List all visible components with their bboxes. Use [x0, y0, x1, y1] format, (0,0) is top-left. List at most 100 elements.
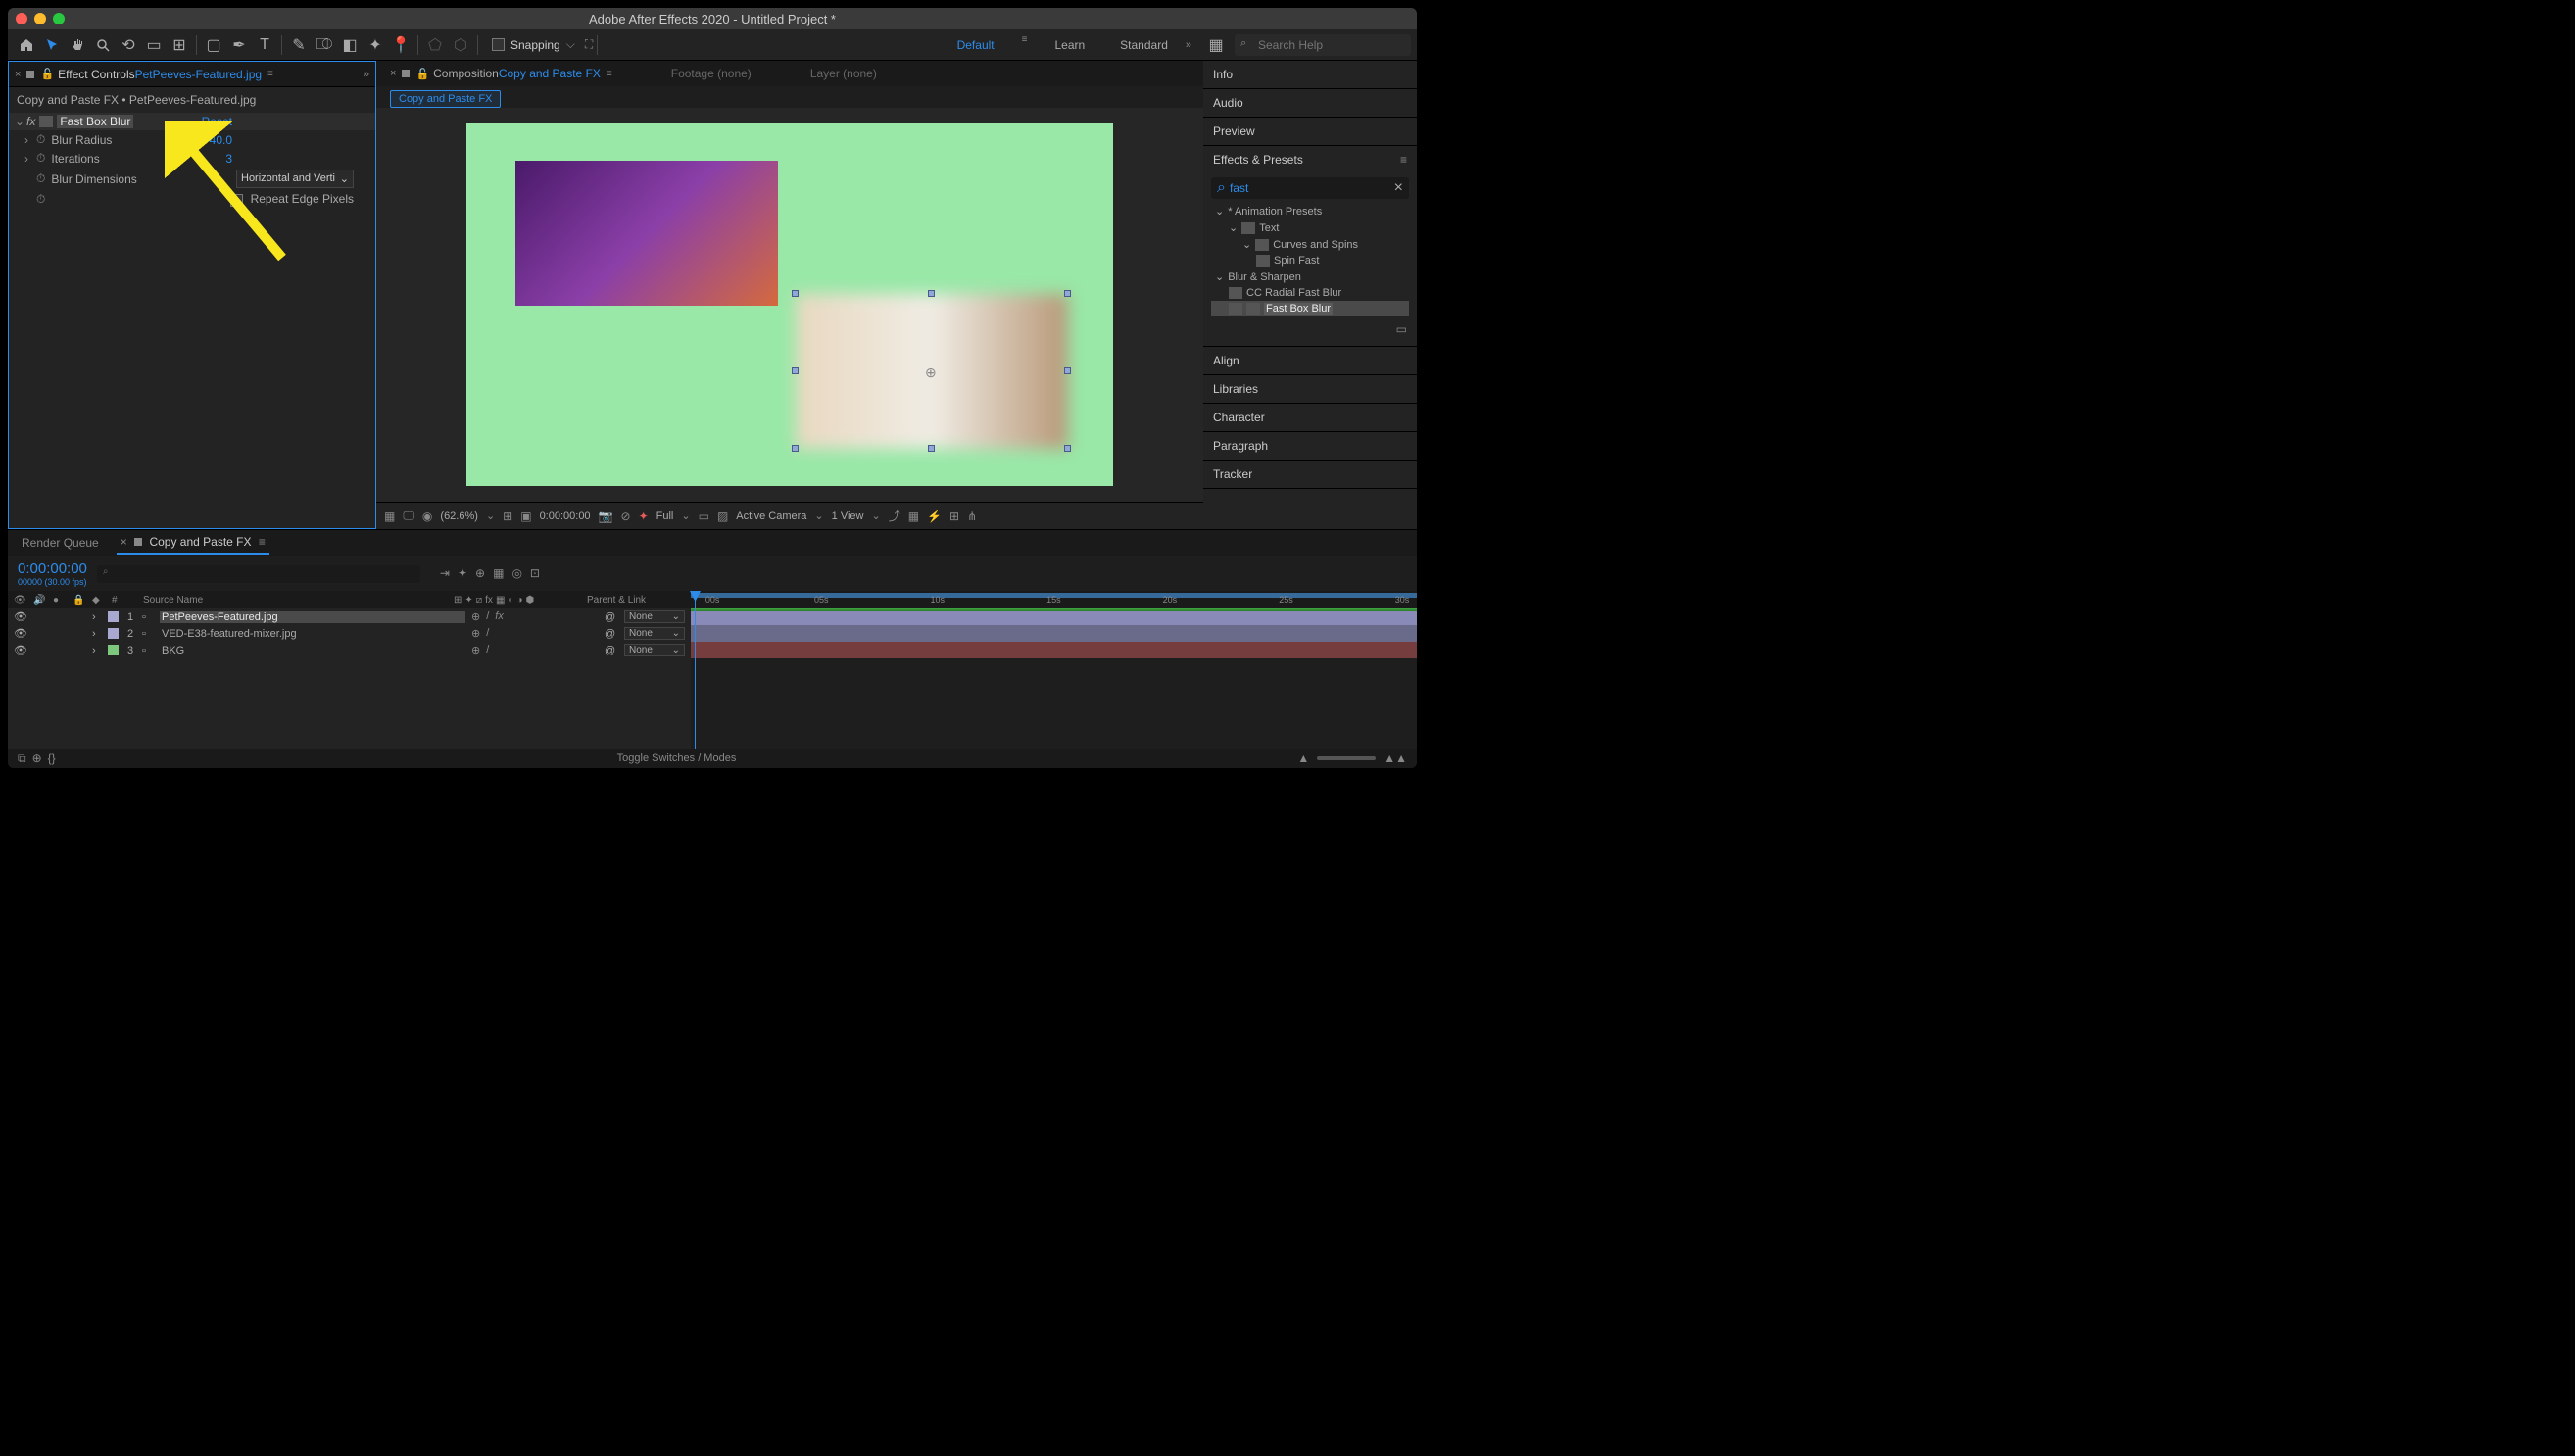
layer-row[interactable]: 👁 › 2 ▫ VED-E38-featured-mixer.jpg ⊕/ @ …	[8, 625, 691, 642]
viewer-time[interactable]: 0:00:00:00	[540, 510, 591, 522]
composition-viewport[interactable]: ⊕	[376, 108, 1203, 502]
tl-icon-3[interactable]: ⊕	[475, 566, 485, 580]
display-icon[interactable]: 🖵	[403, 509, 414, 523]
parent-dropdown[interactable]: None⌄	[624, 627, 685, 640]
layer-color[interactable]	[108, 611, 119, 622]
layer-row[interactable]: 👁 › 1 ▫ PetPeeves-Featured.jpg ⊕/fx @ No…	[8, 608, 691, 625]
reset-button[interactable]: Reset	[202, 115, 232, 128]
snapshot-icon[interactable]: 📷	[599, 510, 613, 523]
panel-menu-icon[interactable]: ≡	[607, 69, 612, 79]
iterations-value[interactable]: 3	[225, 152, 232, 166]
guides-icon[interactable]: ⊞	[503, 510, 512, 523]
parent-dropdown[interactable]: None⌄	[624, 610, 685, 623]
new-bin-icon[interactable]: ▭	[1396, 322, 1407, 336]
layer-mixer-image[interactable]	[515, 161, 778, 306]
resolution-dropdown[interactable]: Full	[656, 510, 674, 522]
tl-icon-4[interactable]: ▦	[493, 566, 504, 580]
selection-handle[interactable]	[1064, 367, 1071, 374]
layer-bar[interactable]	[691, 611, 1417, 625]
layer-name[interactable]: PetPeeves-Featured.jpg	[160, 611, 465, 623]
playhead[interactable]	[695, 591, 696, 749]
tree-curves-spins[interactable]: ⌄Curves and Spins	[1211, 236, 1409, 253]
eye-column-icon[interactable]: 👁	[14, 595, 27, 606]
parent-dropdown[interactable]: None⌄	[624, 644, 685, 656]
share-icon[interactable]: ⤴	[889, 508, 900, 524]
breadcrumb-chip[interactable]: Copy and Paste FX	[390, 90, 501, 108]
selection-handle[interactable]	[792, 445, 799, 452]
footer-icon-2[interactable]: ⊕	[32, 752, 42, 765]
stopwatch-icon[interactable]: ⏱	[36, 171, 45, 186]
maximize-window-button[interactable]	[53, 13, 65, 24]
layer-color[interactable]	[108, 628, 119, 639]
close-window-button[interactable]	[16, 13, 27, 24]
tl-icon-1[interactable]: ⇥	[440, 566, 450, 580]
blur-radius-value[interactable]: 40.0	[210, 133, 232, 147]
color-mgmt-icon[interactable]: ✦	[639, 510, 649, 523]
puppet-pin-tool[interactable]: 📍	[388, 32, 413, 58]
chevron-right-icon[interactable]: ›	[24, 133, 36, 147]
stopwatch-icon[interactable]: ⏱	[36, 132, 45, 147]
clone-stamp-tool[interactable]: ⎄	[312, 32, 337, 58]
rectangle-tool[interactable]: ▢	[201, 32, 226, 58]
region-icon[interactable]: ▭	[699, 510, 709, 523]
repeat-edge-checkbox[interactable]	[230, 194, 243, 207]
tree-cc-radial[interactable]: CC Radial Fast Blur	[1211, 285, 1409, 301]
layer-row[interactable]: 👁 › 3 ▫ BKG ⊕/ @ None⌄	[8, 642, 691, 658]
effects-search[interactable]: ⌕ ×	[1211, 177, 1409, 199]
flowchart-icon[interactable]: ⋔	[967, 510, 977, 523]
zoom-slider[interactable]	[1317, 756, 1376, 760]
footer-icon-3[interactable]: {}	[48, 752, 56, 765]
snapping-checkbox[interactable]	[492, 38, 505, 51]
tl-icon-6[interactable]: ⊡	[530, 566, 540, 580]
fx-badge[interactable]: fx	[26, 115, 35, 128]
timeline-search[interactable]	[97, 565, 420, 583]
overflow-icon[interactable]: »	[364, 69, 369, 80]
minimize-window-button[interactable]	[34, 13, 46, 24]
selection-handle[interactable]	[928, 290, 935, 297]
pan-behind-tool[interactable]: ⊞	[167, 32, 192, 58]
close-tab-icon[interactable]: ×	[390, 68, 396, 79]
transparency-grid-icon[interactable]: ▨	[717, 510, 728, 523]
current-timecode[interactable]: 0:00:00:00	[18, 560, 87, 577]
lock-column-icon[interactable]: 🔒	[73, 595, 86, 606]
libraries-panel-header[interactable]: Libraries	[1203, 375, 1417, 403]
layer-bar[interactable]	[691, 642, 1417, 658]
effect-name[interactable]: Fast Box Blur	[57, 115, 133, 128]
zoom-out-icon[interactable]: ▲	[1297, 752, 1309, 765]
align-panel-header[interactable]: Align	[1203, 347, 1417, 374]
anchor-point-icon[interactable]: ⊕	[925, 364, 937, 381]
layer-bar[interactable]	[691, 625, 1417, 642]
toggle-switches-button[interactable]: Toggle Switches / Modes	[617, 752, 737, 764]
camera-dropdown[interactable]: Active Camera	[736, 510, 806, 522]
info-panel-header[interactable]: Info	[1203, 61, 1417, 88]
stopwatch-icon[interactable]: ⏱	[36, 192, 45, 207]
effects-presets-header[interactable]: Effects & Presets ≡	[1203, 146, 1417, 173]
axis-tool[interactable]: ⬡	[448, 32, 473, 58]
view-dropdown[interactable]: 1 View	[832, 510, 864, 522]
clear-search-icon[interactable]: ×	[1394, 179, 1403, 197]
tree-spin-fast[interactable]: Spin Fast	[1211, 253, 1409, 268]
layer-color[interactable]	[108, 645, 119, 655]
selection-handle[interactable]	[792, 290, 799, 297]
tree-text[interactable]: ⌄Text	[1211, 219, 1409, 236]
stopwatch-icon[interactable]: ⏱	[36, 151, 45, 166]
hand-tool[interactable]	[65, 32, 90, 58]
tree-fast-box-blur[interactable]: Fast Box Blur	[1211, 301, 1409, 316]
lock-icon[interactable]: 🔓	[40, 68, 54, 80]
lock-icon[interactable]: 🔓	[415, 68, 429, 80]
composition-tab[interactable]: × 🔓 Composition Copy and Paste FX ≡	[382, 67, 620, 80]
layer-name[interactable]: BKG	[160, 645, 465, 656]
footer-icon-1[interactable]: ⧉	[18, 752, 26, 766]
tl-icon-2[interactable]: ✦	[458, 566, 467, 580]
tree-blur-sharpen[interactable]: ⌄Blur & Sharpen	[1211, 268, 1409, 285]
snapping-toggle[interactable]: Snapping ⌵ ⛶	[492, 37, 593, 52]
workspace-standard[interactable]: Standard	[1112, 34, 1176, 56]
footage-tab[interactable]: Footage (none)	[663, 67, 759, 80]
zoom-tool[interactable]	[90, 32, 116, 58]
render-icon[interactable]: ▦	[908, 510, 919, 523]
orbit-tool[interactable]: ⟲	[116, 32, 141, 58]
preview-panel-header[interactable]: Preview	[1203, 118, 1417, 145]
parent-pickwhip-icon[interactable]: @	[605, 611, 618, 623]
timeline-comp-tab[interactable]: × Copy and Paste FX ≡	[117, 531, 269, 555]
selection-handle[interactable]	[928, 445, 935, 452]
